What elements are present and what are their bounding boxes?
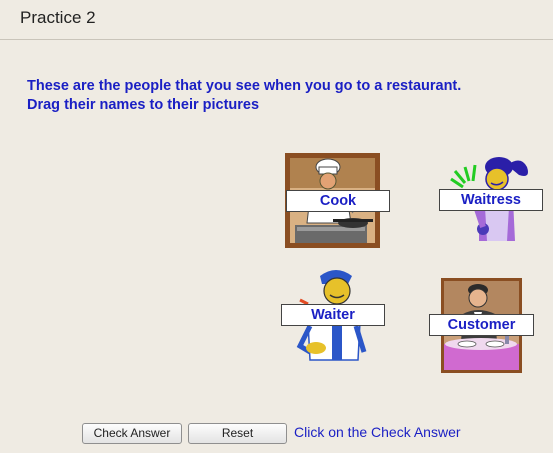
label-customer[interactable]: Customer xyxy=(429,314,534,336)
check-answer-button[interactable]: Check Answer xyxy=(82,423,182,444)
hint-text: Click on the Check Answer xyxy=(294,424,461,440)
instructions: These are the people that you see when y… xyxy=(27,77,537,115)
label-waiter[interactable]: Waiter xyxy=(281,304,385,326)
page-title: Practice 2 xyxy=(20,8,96,27)
title-bar: Practice 2 xyxy=(0,0,553,40)
reset-button[interactable]: Reset xyxy=(188,423,287,444)
label-waitress[interactable]: Waitress xyxy=(439,189,543,211)
label-cook[interactable]: Cook xyxy=(286,190,390,212)
instructions-line-1: These are the people that you see when y… xyxy=(27,78,462,94)
instructions-line-2: Drag their names to their pictures xyxy=(27,97,260,113)
